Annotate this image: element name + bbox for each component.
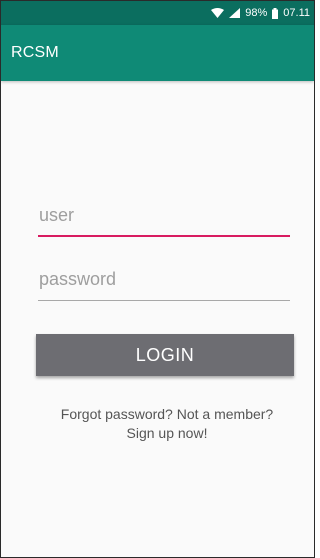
password-input[interactable] bbox=[38, 265, 290, 301]
username-input[interactable] bbox=[38, 201, 290, 237]
app-title: RCSM bbox=[11, 44, 59, 61]
battery-icon bbox=[272, 7, 279, 19]
battery-percent: 98% bbox=[245, 7, 268, 19]
wifi-icon bbox=[211, 8, 225, 18]
cell-signal-icon bbox=[229, 8, 241, 18]
clock: 07.11 bbox=[283, 7, 310, 19]
forgot-password-signup-link[interactable]: Forgot password? Not a member? Sign up n… bbox=[57, 405, 277, 443]
status-bar: 98% 07.11 bbox=[1, 1, 314, 25]
app-bar: RCSM bbox=[1, 25, 314, 81]
phone-screen: 98% 07.11 RCSM LOGIN Forgot password? No… bbox=[0, 0, 315, 558]
login-button[interactable]: LOGIN bbox=[36, 334, 294, 376]
